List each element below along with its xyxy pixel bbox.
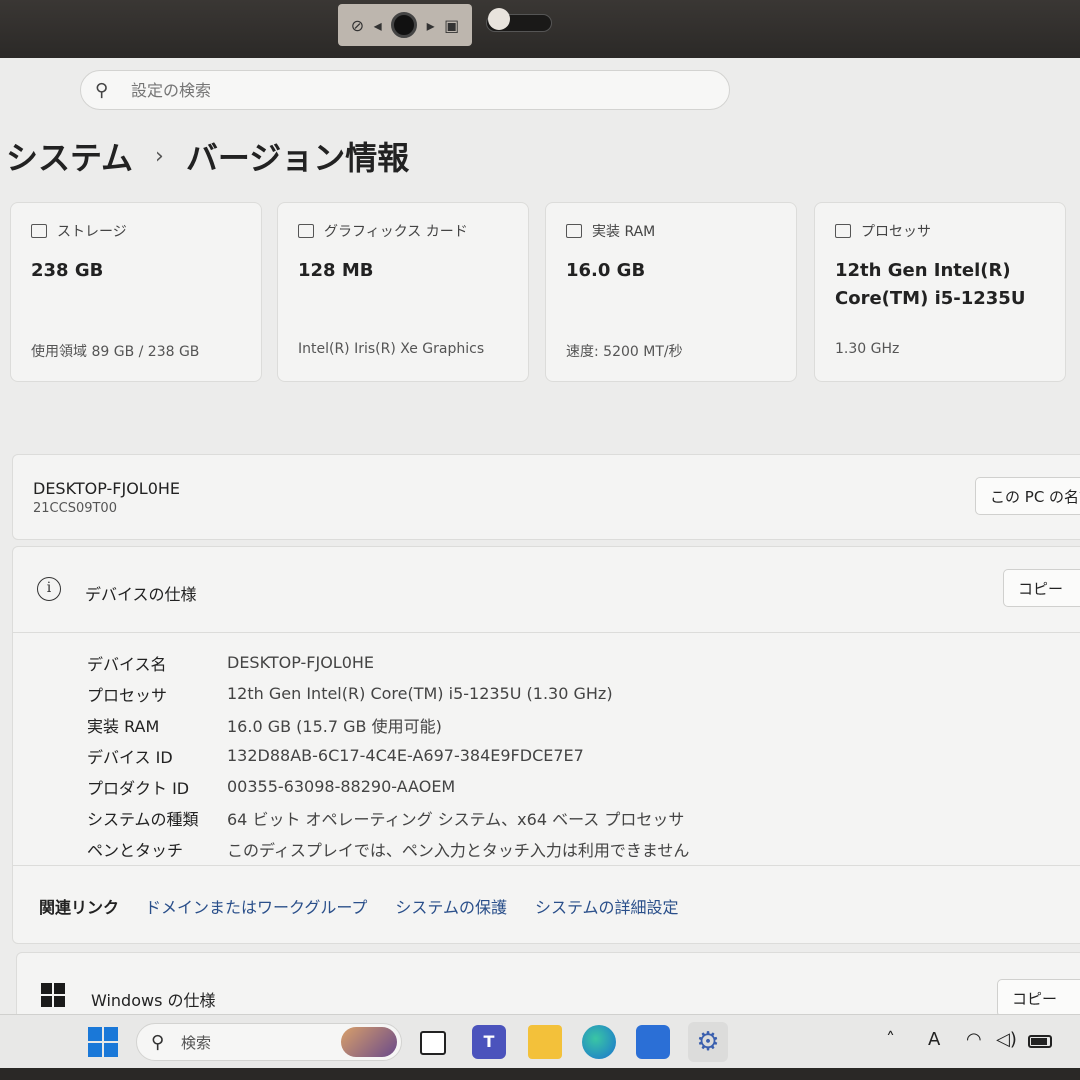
graphics-card-icon xyxy=(298,224,314,238)
spec-value: 00355-63098-88290-AAOEM xyxy=(227,777,456,796)
link-advanced-system-settings[interactable]: システムの詳細設定 xyxy=(535,894,679,918)
windows-logo-icon xyxy=(41,983,65,1007)
page-title: バージョン情報 xyxy=(185,139,410,177)
spec-key: システムの種類 xyxy=(87,809,199,829)
spec-key: プロダクト ID xyxy=(87,778,190,798)
task-view-icon[interactable] xyxy=(420,1031,446,1055)
webcam-lens xyxy=(391,12,418,38)
volume-icon[interactable]: ◁) xyxy=(996,1029,1017,1050)
card-value: 16.0 GB xyxy=(566,260,646,281)
start-button[interactable] xyxy=(86,1025,120,1059)
card-value: 238 GB xyxy=(31,260,104,281)
link-domain-workgroup[interactable]: ドメインまたはワークグループ xyxy=(145,894,367,918)
spec-key: デバイス名 xyxy=(87,654,167,674)
card-title: ストレージ xyxy=(57,224,127,240)
device-model: 21CCS09T00 xyxy=(33,501,117,516)
spec-row: ペンとタッチ このディスプレイでは、ペン入力とタッチ入力は利用できません xyxy=(87,833,689,864)
camera-icon: ▣ xyxy=(444,15,460,35)
ram-icon xyxy=(566,224,582,238)
spec-row: デバイス名 DESKTOP-FJOL0HE xyxy=(87,647,689,678)
spec-key: プロセッサ xyxy=(87,685,168,705)
battery-icon[interactable] xyxy=(1028,1035,1052,1048)
spec-row: システムの種類 64 ビット オペレーティング システム、x64 ベース プロセッ… xyxy=(87,802,689,833)
search-icon: ⚲ xyxy=(151,1031,165,1053)
search-icon: ⚲ xyxy=(95,79,109,101)
spec-key: 実装 RAM xyxy=(87,716,160,736)
card-sub: 速度: 5200 MT/秒 xyxy=(566,344,683,360)
rename-pc-button[interactable]: この PC の名前を変更 xyxy=(975,477,1080,515)
edge-icon[interactable] xyxy=(582,1025,616,1059)
processor-icon xyxy=(835,224,851,238)
search-highlight-icon xyxy=(341,1027,397,1057)
taskbar-search[interactable]: ⚲ 検索 xyxy=(136,1023,402,1061)
spec-value: 16.0 GB (15.7 GB 使用可能) xyxy=(227,716,442,736)
arrow-right-icon: ▸ xyxy=(426,15,435,35)
card-ram[interactable]: 実装 RAM 16.0 GB 速度: 5200 MT/秒 xyxy=(545,202,797,382)
webcam-shutter: ⊘ ◂ ▸ ▣ xyxy=(338,4,472,46)
spec-row: デバイス ID 132D88AB-6C17-4C4E-A697-384E9FDCE… xyxy=(87,740,689,771)
spec-value: DESKTOP-FJOL0HE xyxy=(227,653,375,672)
card-graphics[interactable]: グラフィックス カード 128 MB Intel(R) Iris(R) Xe G… xyxy=(277,202,529,382)
spec-value: 12th Gen Intel(R) Core(TM) i5-1235U (1.3… xyxy=(227,684,613,703)
chevron-up-icon[interactable]: ˄ xyxy=(886,1029,895,1050)
device-name: DESKTOP-FJOL0HE xyxy=(33,479,181,498)
spec-value: 132D88AB-6C17-4C4E-A697-384E9FDCE7E7 xyxy=(227,746,584,765)
taskbar: ⚲ 検索 T ⚙ ˄ A ◠ ◁) xyxy=(0,1014,1080,1068)
arrow-left-icon: ◂ xyxy=(373,15,382,35)
info-icon: i xyxy=(37,577,61,601)
breadcrumb: システム › バージョン情報 xyxy=(6,134,409,178)
card-title: グラフィックス カード xyxy=(324,224,468,240)
device-name-row: DESKTOP-FJOL0HE 21CCS09T00 この PC の名前を変更 xyxy=(12,454,1080,540)
teams-icon[interactable]: T xyxy=(472,1025,506,1059)
card-processor[interactable]: プロセッサ 12th Gen Intel(R) Core(TM) i5-1235… xyxy=(814,202,1066,382)
spec-key: ペンとタッチ xyxy=(87,840,184,860)
spec-key: デバイス ID xyxy=(87,747,173,767)
related-links-label: 関連リンク xyxy=(39,897,120,917)
wifi-icon[interactable]: ◠ xyxy=(966,1029,982,1050)
input-indicator[interactable]: A xyxy=(928,1029,940,1050)
spec-row: プロセッサ 12th Gen Intel(R) Core(TM) i5-1235U… xyxy=(87,678,689,709)
card-sub: 1.30 GHz xyxy=(835,341,900,357)
laptop-bezel: ⊘ ◂ ▸ ▣ xyxy=(0,0,1080,58)
settings-search[interactable]: ⚲ xyxy=(80,70,730,110)
store-icon[interactable] xyxy=(636,1025,670,1059)
card-storage[interactable]: ストレージ 238 GB 使用領域 89 GB / 238 GB xyxy=(10,202,262,382)
file-explorer-icon[interactable] xyxy=(528,1025,562,1059)
card-sub: Intel(R) Iris(R) Xe Graphics xyxy=(298,341,485,357)
windows-specs-section[interactable]: Windows の仕様 コピー xyxy=(16,952,1080,1014)
chevron-right-icon: › xyxy=(155,143,164,169)
card-title: 実装 RAM xyxy=(592,224,656,240)
card-value: 12th Gen Intel(R) Core(TM) i5-1235U xyxy=(835,260,1026,309)
card-title: プロセッサ xyxy=(861,224,931,240)
copy-device-specs-button[interactable]: コピー xyxy=(1003,569,1080,607)
spec-row: 実装 RAM 16.0 GB (15.7 GB 使用可能) xyxy=(87,709,689,740)
storage-icon xyxy=(31,224,47,238)
spec-value: このディスプレイでは、ペン入力とタッチ入力は利用できません xyxy=(227,840,690,860)
shutter-knob xyxy=(488,8,510,30)
device-specs-section: i デバイスの仕様 コピー デバイス名 DESKTOP-FJOL0HE プロセッサ… xyxy=(12,546,1080,944)
taskbar-search-label: 検索 xyxy=(181,1033,212,1052)
copy-windows-specs-button[interactable]: コピー xyxy=(997,979,1080,1014)
link-system-protection[interactable]: システムの保護 xyxy=(395,894,507,918)
card-sub: 使用領域 89 GB / 238 GB xyxy=(31,344,200,360)
spec-table: デバイス名 DESKTOP-FJOL0HE プロセッサ 12th Gen Intel… xyxy=(87,647,689,864)
section-title: デバイスの仕様 xyxy=(85,585,197,604)
settings-window: ⚲ システム › バージョン情報 ストレージ 238 GB 使用領域 89 GB… xyxy=(0,58,1080,1014)
search-input[interactable] xyxy=(125,80,685,100)
breadcrumb-parent[interactable]: システム xyxy=(6,133,133,179)
camera-off-icon: ⊘ xyxy=(350,15,365,35)
settings-gear-icon[interactable]: ⚙ xyxy=(688,1022,728,1062)
section-title: Windows の仕様 xyxy=(91,991,216,1010)
device-specs-header[interactable]: i デバイスの仕様 コピー xyxy=(13,547,1080,633)
spec-row: プロダクト ID 00355-63098-88290-AAOEM xyxy=(87,771,689,802)
spec-value: 64 ビット オペレーティング システム、x64 ベース プロセッサ xyxy=(227,809,685,829)
card-value: 128 MB xyxy=(298,260,374,281)
related-links: 関連リンク ドメインまたはワークグループ システムの保護 システムの詳細設定 xyxy=(13,865,1080,945)
